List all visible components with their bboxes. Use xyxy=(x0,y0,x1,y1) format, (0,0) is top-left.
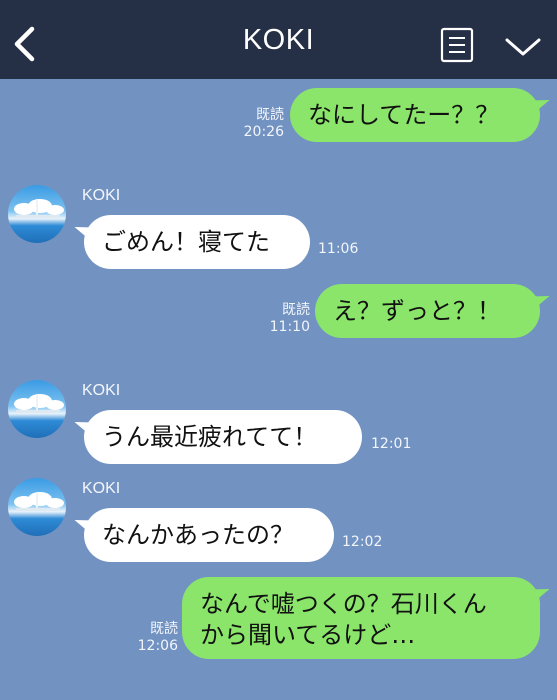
sender-name: KOKI xyxy=(82,480,121,497)
message-text: うん最近疲れてて！ xyxy=(102,423,318,451)
message-meta: 既読 20:26 xyxy=(238,107,284,141)
read-receipt: 既読 xyxy=(150,621,178,637)
message-meta: 既読 12:06 xyxy=(132,621,178,655)
outgoing-message-bubble[interactable]: なにしてたー？？ xyxy=(290,88,540,142)
message-text-line-2: から聞いてるけど… xyxy=(200,621,416,649)
avatar[interactable] xyxy=(8,185,66,243)
chevron-down-icon[interactable] xyxy=(504,36,542,58)
message-time: 12:01 xyxy=(371,436,412,452)
incoming-message-bubble[interactable]: うん最近疲れてて！ xyxy=(84,410,362,464)
message-time: 11:06 xyxy=(318,241,359,257)
incoming-message-bubble[interactable]: なんかあったの？ xyxy=(84,508,334,562)
notes-icon[interactable] xyxy=(440,27,474,63)
read-receipt: 既読 xyxy=(256,107,284,123)
avatar[interactable] xyxy=(8,478,66,536)
chat-header: KOKI xyxy=(0,0,557,79)
message-text: なにしてたー？？ xyxy=(308,101,500,129)
outgoing-message-bubble[interactable]: え？ずっと？！ xyxy=(315,284,540,338)
sender-name: KOKI xyxy=(82,382,121,399)
message-text: なんかあったの？ xyxy=(102,521,294,549)
message-time: 12:06 xyxy=(137,638,178,654)
message-time: 20:26 xyxy=(243,124,284,140)
message-text-line-1: なんで嘘つくの？石川くん xyxy=(200,590,487,618)
message-meta: 既読 11:10 xyxy=(264,302,310,336)
sender-name: KOKI xyxy=(82,187,121,204)
outgoing-message-bubble[interactable]: なんで嘘つくの？石川くん から聞いてるけど… xyxy=(182,577,540,659)
incoming-message-bubble[interactable]: ごめん！寝てた xyxy=(84,215,310,269)
avatar[interactable] xyxy=(8,380,66,438)
read-receipt: 既読 xyxy=(282,302,310,318)
message-time: 12:02 xyxy=(342,534,383,550)
message-text: ごめん！寝てた xyxy=(102,228,270,256)
message-text: え？ずっと？！ xyxy=(333,297,501,325)
message-time: 11:10 xyxy=(269,319,310,335)
